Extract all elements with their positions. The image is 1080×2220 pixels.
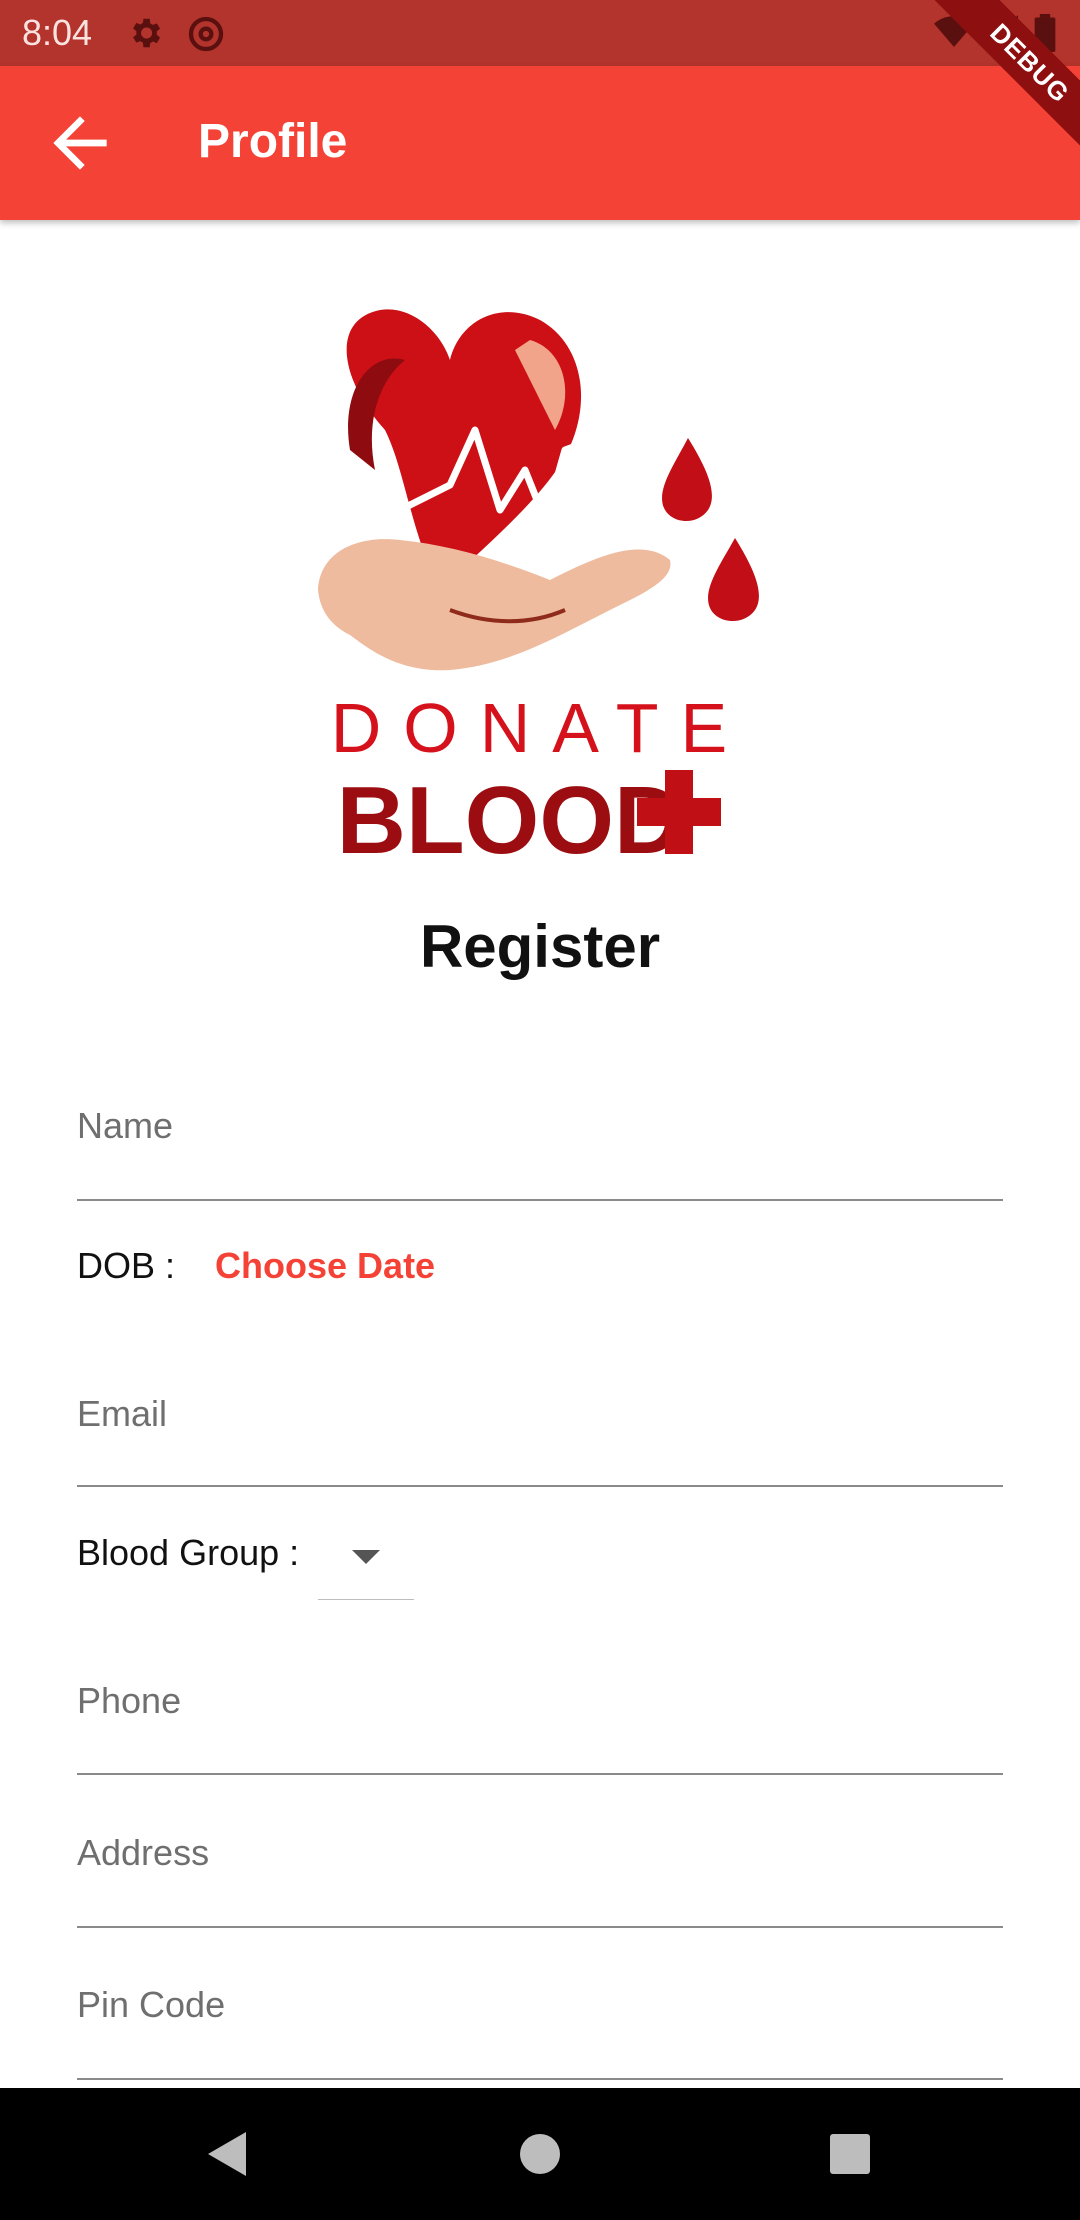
status-time: 8:04 — [22, 12, 93, 53]
email-underline — [77, 1485, 1003, 1487]
email-field[interactable]: Email — [77, 1393, 1003, 1489]
wifi-icon — [934, 14, 974, 55]
arrow-back-icon — [40, 116, 120, 187]
dob-row: DOB : Choose Date — [77, 1245, 435, 1287]
nav-back-button[interactable] — [188, 2114, 268, 2194]
address-field[interactable]: Address — [77, 1832, 1003, 1928]
pin-code-field[interactable]: Pin Code — [77, 1984, 1003, 2080]
email-label: Email — [77, 1393, 168, 1434]
name-label: Name — [77, 1105, 174, 1146]
back-button[interactable] — [40, 103, 120, 183]
address-underline — [77, 1926, 1003, 1928]
logo-donate-text: DONATE — [331, 689, 750, 767]
nav-home-button[interactable] — [500, 2114, 580, 2194]
logo-blood-text: BLOOD — [337, 767, 684, 874]
recents-square-icon — [810, 2134, 890, 2198]
page-title: Profile — [198, 115, 348, 168]
register-heading: Register — [419, 913, 661, 980]
at-sign-icon — [186, 14, 226, 59]
name-field[interactable]: Name — [77, 1105, 1003, 1201]
app-bar: Profile — [0, 66, 1080, 220]
settings-icon — [126, 14, 164, 57]
pin-code-label: Pin Code — [77, 1984, 226, 2025]
phone-field[interactable]: Phone — [77, 1680, 1003, 1776]
address-label: Address — [77, 1832, 210, 1873]
blood-group-label: Blood Group : — [77, 1532, 300, 1573]
dropdown-arrow-icon — [352, 1550, 380, 1564]
name-underline — [77, 1199, 1003, 1201]
nav-recents-button[interactable] — [810, 2114, 890, 2194]
blood-group-dropdown[interactable] — [318, 1520, 414, 1600]
phone-underline — [77, 1773, 1003, 1775]
battery-icon — [1034, 14, 1056, 57]
signal-icon — [984, 14, 1018, 55]
status-bar: 8:04 — [0, 0, 1080, 66]
donate-blood-logo: DONATE BLOOD — [290, 290, 790, 890]
choose-date-button[interactable]: Choose Date — [215, 1245, 435, 1286]
phone-label: Phone — [77, 1680, 182, 1721]
back-triangle-icon — [188, 2132, 268, 2198]
home-circle-icon — [500, 2134, 580, 2198]
pin-code-underline — [77, 2078, 1003, 2080]
system-nav-bar — [0, 2088, 1080, 2220]
dob-label: DOB : — [77, 1245, 176, 1286]
dropdown-underline — [318, 1599, 414, 1600]
